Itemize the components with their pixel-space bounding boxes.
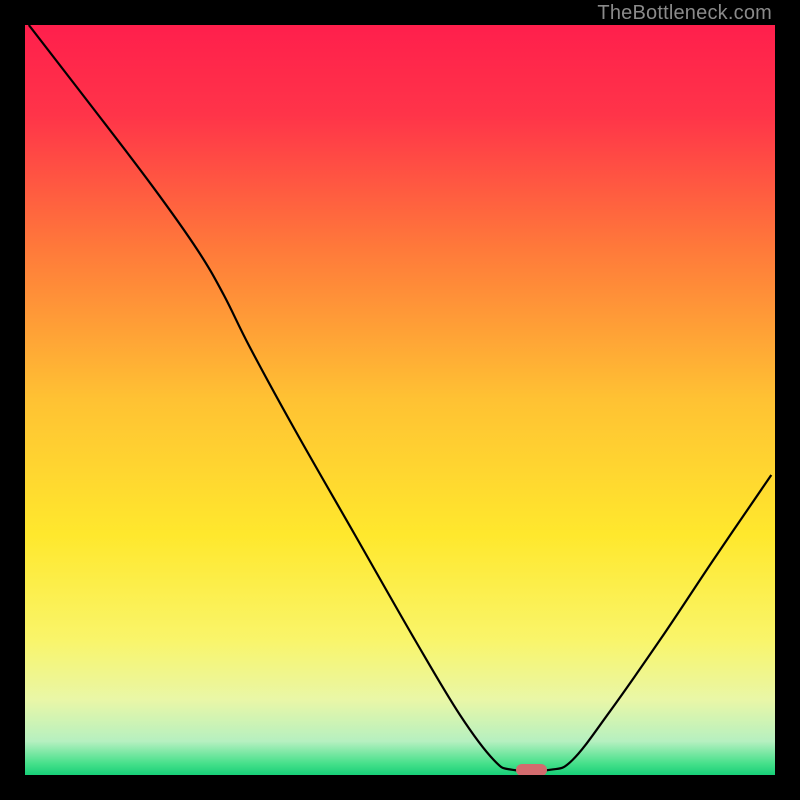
plot-area — [25, 25, 775, 775]
optimal-marker — [516, 764, 548, 775]
curve-layer — [25, 25, 775, 775]
bottleneck-curve — [29, 25, 772, 771]
chart-frame: TheBottleneck.com — [0, 0, 800, 800]
watermark-text: TheBottleneck.com — [597, 2, 772, 25]
